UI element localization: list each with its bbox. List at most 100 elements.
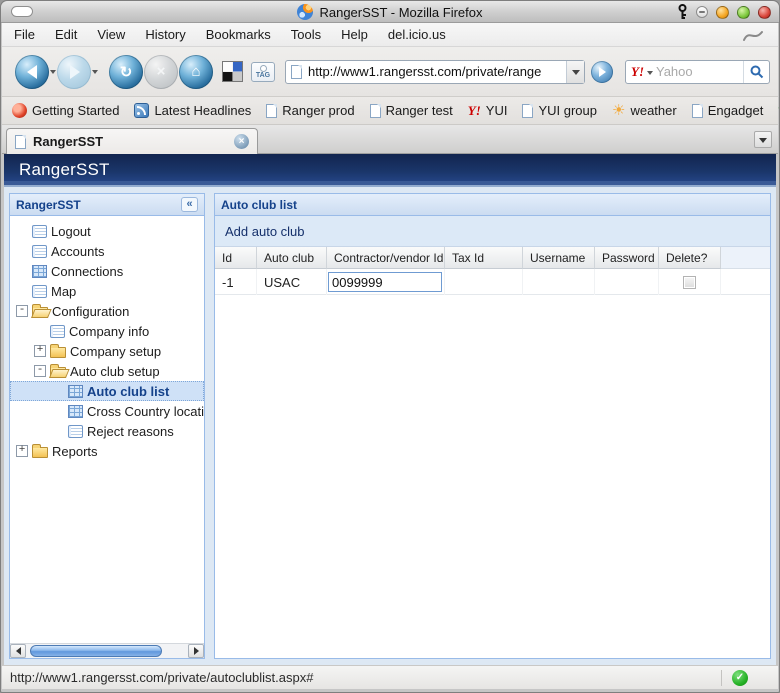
title-bar: RangerSST - Mozilla Firefox <box>1 1 779 23</box>
column-header-filler <box>721 247 770 269</box>
menu-file[interactable]: File <box>14 27 35 42</box>
stop-button[interactable]: × <box>144 54 178 89</box>
bookmark-weather[interactable]: ☀ weather <box>612 103 677 118</box>
grid-header-row: Id Auto club Contractor/vendor Id Tax Id… <box>215 247 770 269</box>
cell-id: -1 <box>215 269 257 295</box>
menu-bookmarks[interactable]: Bookmarks <box>206 27 271 42</box>
column-header-tax-id[interactable]: Tax Id <box>445 247 523 269</box>
grid-icon <box>68 404 83 418</box>
scrollbar-track[interactable] <box>26 644 188 658</box>
tree-item-map[interactable]: Map <box>10 281 204 301</box>
reload-button[interactable]: ↻ <box>109 54 143 89</box>
form-icon <box>32 244 47 258</box>
search-input[interactable] <box>656 64 743 79</box>
expand-node-toggle[interactable]: + <box>34 345 46 357</box>
tree-item-accounts[interactable]: Accounts <box>10 241 204 261</box>
bookmark-label: Getting Started <box>32 103 120 118</box>
expand-node-toggle[interactable]: + <box>16 445 28 457</box>
tree-item-reports[interactable]: + Reports <box>10 441 204 461</box>
back-button[interactable] <box>15 54 49 89</box>
tab-rangersst[interactable]: RangerSST × <box>6 128 258 154</box>
tab-list-dropdown[interactable] <box>754 131 772 148</box>
expander-slot <box>34 325 46 337</box>
back-arrow-icon <box>20 64 37 79</box>
tree-item-auto-club-list[interactable]: Auto club list <box>10 381 204 401</box>
tree-item-configuration[interactable]: - Configuration <box>10 301 204 321</box>
navigation-tree: Logout Accounts Connections Map - Config… <box>10 216 204 643</box>
menu-view[interactable]: View <box>97 27 125 42</box>
bookmark-ranger-prod[interactable]: Ranger prod <box>266 103 355 118</box>
menu-edit[interactable]: Edit <box>55 27 77 42</box>
window-menu-button[interactable] <box>11 6 33 17</box>
bookmark-getting-started[interactable]: Getting Started <box>12 103 119 118</box>
go-button[interactable] <box>591 60 613 83</box>
home-button[interactable]: ⌂ <box>179 54 213 89</box>
forward-button[interactable] <box>57 54 91 89</box>
search-go-button[interactable] <box>743 60 769 83</box>
menu-history[interactable]: History <box>145 27 185 42</box>
maximize-button[interactable] <box>737 5 750 19</box>
tag-icon[interactable]: TAG <box>251 61 275 82</box>
search-engine-dropdown[interactable] <box>647 71 653 78</box>
screw-button[interactable] <box>696 6 708 18</box>
bookmark-yui[interactable]: Y! YUI <box>468 103 508 119</box>
cell-username <box>523 269 595 295</box>
minimize-button[interactable] <box>716 5 729 19</box>
menu-help[interactable]: Help <box>341 27 368 42</box>
firefox-icon <box>12 103 27 118</box>
auto-club-grid: Id Auto club Contractor/vendor Id Tax Id… <box>215 246 770 658</box>
green-check-icon[interactable]: ✓ <box>732 669 748 686</box>
collapse-sidebar-button[interactable]: « <box>181 197 198 212</box>
tree-item-connections[interactable]: Connections <box>10 261 204 281</box>
tree-item-label: Logout <box>51 223 91 239</box>
url-dropdown-button[interactable] <box>566 60 584 83</box>
contractor-vendor-id-input[interactable] <box>328 272 442 292</box>
tree-item-company-setup[interactable]: + Company setup <box>10 341 204 361</box>
squiggle-icon[interactable] <box>742 27 764 43</box>
grid-icon <box>32 264 47 278</box>
tree-item-auto-club-setup[interactable]: - Auto club setup <box>10 361 204 381</box>
expander-slot <box>52 385 64 397</box>
expander-slot <box>16 225 28 237</box>
column-header-contractor-vendor-id[interactable]: Contractor/vendor Id <box>327 247 445 269</box>
tree-item-label: Connections <box>51 263 124 279</box>
form-icon <box>32 224 47 238</box>
delicious-icon[interactable] <box>222 61 243 82</box>
collapse-node-toggle[interactable]: - <box>16 305 28 317</box>
column-header-username[interactable]: Username <box>523 247 595 269</box>
forward-history-dropdown[interactable] <box>91 55 99 89</box>
tree-item-company-info[interactable]: Company info <box>10 321 204 341</box>
delete-checkbox[interactable] <box>683 275 696 289</box>
tree-item-cross-country-location[interactable]: Cross Country location <box>10 401 204 421</box>
column-header-id[interactable]: Id <box>215 247 257 269</box>
cell-tax-id <box>445 269 523 295</box>
scroll-right-button[interactable] <box>188 644 204 658</box>
tree-item-label: Map <box>51 283 77 299</box>
close-window-button[interactable] <box>758 5 771 19</box>
column-header-auto-club[interactable]: Auto club <box>257 247 327 269</box>
bookmark-yui-group[interactable]: YUI group <box>522 103 597 118</box>
scroll-left-button[interactable] <box>10 644 26 658</box>
back-history-dropdown[interactable] <box>49 55 57 89</box>
add-auto-club-button[interactable]: Add auto club <box>225 224 305 239</box>
tree-item-label: Auto club list <box>87 383 170 399</box>
tree-item-logout[interactable]: Logout <box>10 221 204 241</box>
menu-tools[interactable]: Tools <box>291 27 321 42</box>
bookmark-ranger-test[interactable]: Ranger test <box>369 103 453 118</box>
bookmark-latest-headlines[interactable]: Latest Headlines <box>134 103 251 118</box>
url-input[interactable] <box>308 64 566 79</box>
sidebar-horizontal-scrollbar[interactable] <box>10 643 204 658</box>
tree-item-label: Reports <box>52 443 98 459</box>
column-header-password[interactable]: Password <box>595 247 659 269</box>
bookmark-engadget[interactable]: Engadget <box>691 103 763 118</box>
main-panel: Auto club list Add auto club Id Auto clu… <box>214 193 771 659</box>
menu-bar: File Edit View History Bookmarks Tools H… <box>2 23 778 47</box>
tab-close-icon[interactable]: × <box>234 134 249 149</box>
menu-delicious[interactable]: del.icio.us <box>388 27 446 42</box>
scrollbar-thumb[interactable] <box>30 645 162 657</box>
column-header-delete[interactable]: Delete? <box>659 247 721 269</box>
app-title: RangerSST <box>19 159 110 179</box>
tree-item-reject-reasons[interactable]: Reject reasons <box>10 421 204 441</box>
page-icon <box>15 134 26 149</box>
collapse-node-toggle[interactable]: - <box>34 365 46 377</box>
